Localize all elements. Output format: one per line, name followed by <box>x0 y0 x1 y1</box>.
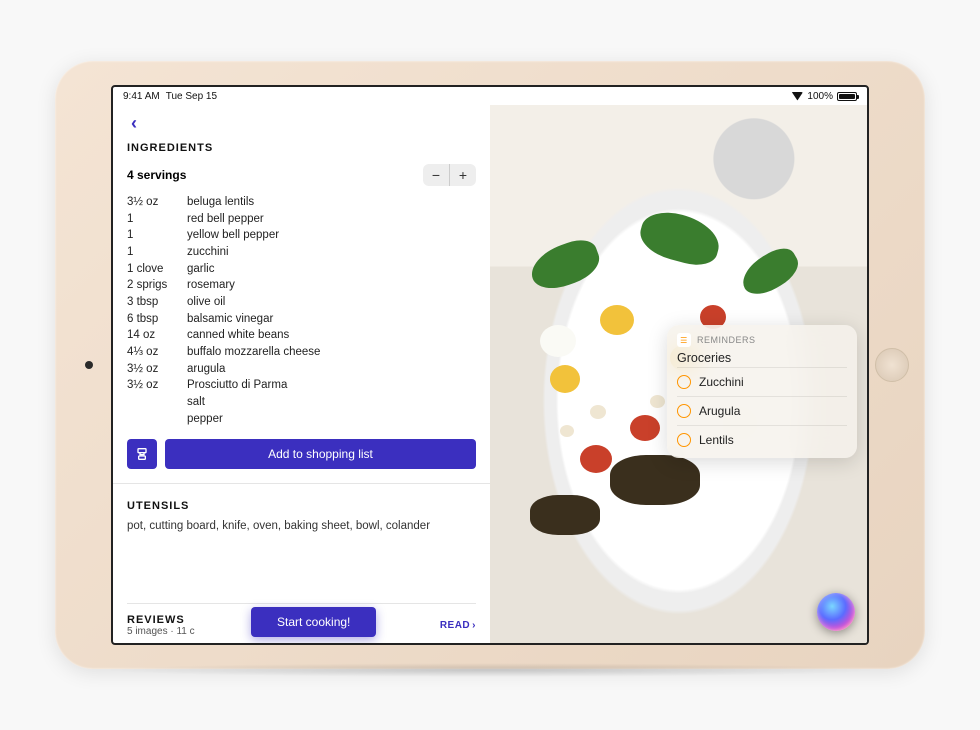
ingredient-qty: 1 <box>127 244 187 261</box>
read-reviews-link[interactable]: READ › <box>440 620 476 631</box>
reminder-item[interactable]: Arugula <box>677 396 847 425</box>
ingredient-row: pepper <box>127 411 476 428</box>
start-cooking-button[interactable]: Start cooking! <box>251 607 376 637</box>
ingredient-name: pepper <box>187 411 476 428</box>
screen: 9:41 AM Tue Sep 15 100% ‹ INGREDIENTS 4 … <box>111 85 869 645</box>
reminders-app-label: REMINDERS <box>697 335 756 345</box>
ingredient-row: 1 clovegarlic <box>127 261 476 278</box>
ingredient-row: 4⅓ ozbuffalo mozzarella cheese <box>127 344 476 361</box>
wifi-icon <box>791 92 803 101</box>
reminders-list-title: Groceries <box>677 351 847 365</box>
reminders-app-icon: ☰ <box>677 333 691 347</box>
ingredient-name: yellow bell pepper <box>187 227 476 244</box>
reviews-heading: REVIEWS <box>127 614 195 626</box>
reminder-label: Arugula <box>699 404 740 418</box>
reminders-popup: ☰ REMINDERS Groceries Zucchini Arugula Len… <box>667 325 857 458</box>
ingredient-qty: 1 <box>127 211 187 228</box>
add-to-shopping-list-button[interactable]: Add to shopping list <box>165 439 476 469</box>
ingredient-name: balsamic vinegar <box>187 311 476 328</box>
ingredient-name: beluga lentils <box>187 194 476 211</box>
ingredient-qty: 1 clove <box>127 261 187 278</box>
front-camera <box>85 361 93 369</box>
servings-decrease-button[interactable]: − <box>423 164 449 186</box>
ingredient-qty: 3 tbsp <box>127 294 187 311</box>
ingredient-row: 14 ozcanned white beans <box>127 327 476 344</box>
ingredient-name: zucchini <box>187 244 476 261</box>
ingredient-name: Prosciutto di Parma <box>187 377 476 394</box>
ingredient-row: 6 tbspbalsamic vinegar <box>127 311 476 328</box>
back-button[interactable]: ‹ <box>127 111 141 136</box>
ingredient-qty: 3½ oz <box>127 194 187 211</box>
ingredient-name: red bell pepper <box>187 211 476 228</box>
status-time: 9:41 AM <box>123 91 160 102</box>
ingredient-name: olive oil <box>187 294 476 311</box>
ingredient-row: 1red bell pepper <box>127 211 476 228</box>
ingredient-qty <box>127 394 187 411</box>
ingredient-qty: 3½ oz <box>127 361 187 378</box>
reminder-item[interactable]: Zucchini <box>677 367 847 396</box>
read-label: READ <box>440 620 470 631</box>
ingredient-qty: 14 oz <box>127 327 187 344</box>
utensils-heading: UTENSILS <box>127 500 476 512</box>
reminder-label: Zucchini <box>699 375 744 389</box>
ingredient-name: rosemary <box>187 277 476 294</box>
ingredient-name: salt <box>187 394 476 411</box>
chevron-right-icon: › <box>472 620 476 631</box>
ingredient-name: arugula <box>187 361 476 378</box>
scale-icon <box>134 446 150 462</box>
ingredient-qty: 1 <box>127 227 187 244</box>
ingredient-qty: 3½ oz <box>127 377 187 394</box>
home-button[interactable] <box>875 348 909 382</box>
reminder-checkbox[interactable] <box>677 433 691 447</box>
ingredients-list: 3½ ozbeluga lentils1red bell pepper1yell… <box>127 194 476 427</box>
ingredient-qty <box>127 411 187 428</box>
reviews-meta: 5 images · 11 c <box>127 626 195 637</box>
reminder-checkbox[interactable] <box>677 404 691 418</box>
reminder-label: Lentils <box>699 433 734 447</box>
ingredients-heading: INGREDIENTS <box>127 142 476 154</box>
reminder-checkbox[interactable] <box>677 375 691 389</box>
battery-icon <box>837 92 857 101</box>
recipe-detail-panel: ‹ INGREDIENTS 4 servings − + 3½ ozbeluga… <box>113 105 490 643</box>
ingredient-row: 3½ ozbeluga lentils <box>127 194 476 211</box>
utensils-text: pot, cutting board, knife, oven, baking … <box>127 518 476 534</box>
ingredient-row: 1zucchini <box>127 244 476 261</box>
servings-increase-button[interactable]: + <box>450 164 476 186</box>
ingredient-name: canned white beans <box>187 327 476 344</box>
servings-stepper: − + <box>423 164 476 186</box>
ingredient-name: garlic <box>187 261 476 278</box>
scale-units-button[interactable] <box>127 439 157 469</box>
ingredient-name: buffalo mozzarella cheese <box>187 344 476 361</box>
status-bar: 9:41 AM Tue Sep 15 100% <box>113 87 867 105</box>
status-date: Tue Sep 15 <box>166 91 217 102</box>
ingredient-row: 1yellow bell pepper <box>127 227 476 244</box>
ingredient-qty: 2 sprigs <box>127 277 187 294</box>
battery-percent: 100% <box>807 91 833 102</box>
siri-button[interactable] <box>817 593 855 631</box>
ingredient-qty: 4⅓ oz <box>127 344 187 361</box>
ingredient-qty: 6 tbsp <box>127 311 187 328</box>
ingredient-row: 3 tbspolive oil <box>127 294 476 311</box>
recipe-photo: ☰ REMINDERS Groceries Zucchini Arugula Len… <box>490 105 867 643</box>
ingredient-row: 3½ ozarugula <box>127 361 476 378</box>
servings-label: 4 servings <box>127 168 186 182</box>
ingredient-row: 2 sprigsrosemary <box>127 277 476 294</box>
ipad-device-frame: 9:41 AM Tue Sep 15 100% ‹ INGREDIENTS 4 … <box>55 61 925 669</box>
ingredient-row: salt <box>127 394 476 411</box>
reminder-item[interactable]: Lentils <box>677 425 847 454</box>
ingredient-row: 3½ ozProsciutto di Parma <box>127 377 476 394</box>
